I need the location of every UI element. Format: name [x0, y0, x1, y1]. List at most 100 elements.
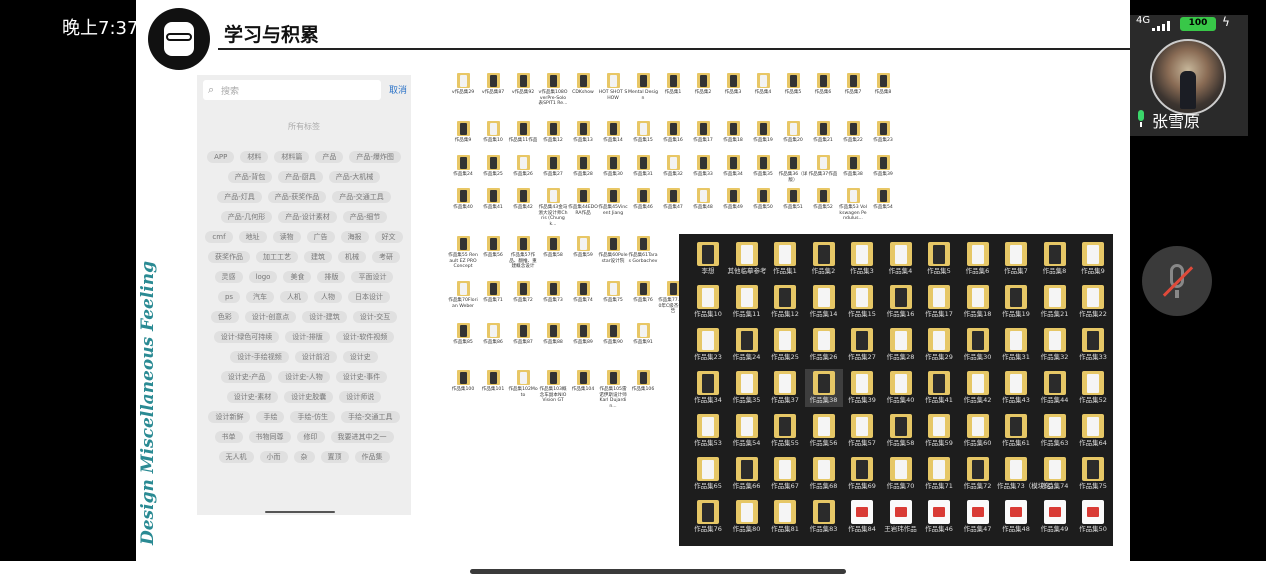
file-item[interactable]: 作品集61Taras Gorbachev [628, 236, 658, 276]
folder-item[interactable]: 作品集58 [882, 412, 920, 450]
file-item[interactable]: 作品集3 [718, 73, 748, 113]
tag-chip[interactable]: 我要进其中之一 [330, 431, 394, 443]
file-item[interactable]: 作品集103概念车副本NIO Vision GT [538, 370, 568, 410]
file-item[interactable]: 作品集105雷诺伊斯设计师Karl Dujardin... [598, 370, 628, 410]
folder-item[interactable]: 作品集49 [1036, 498, 1074, 536]
folder-item[interactable]: 作品集24 [728, 326, 766, 364]
file-item[interactable]: 作品集56 [478, 236, 508, 276]
tag-chip[interactable]: 美食 [283, 271, 312, 283]
file-item[interactable]: 作品集48 [688, 188, 718, 228]
file-item[interactable]: 作品集91 [628, 323, 658, 363]
tag-chip[interactable]: 设计-软件视频 [335, 331, 395, 343]
file-item[interactable]: Mental Design [628, 73, 658, 113]
tag-chip[interactable]: 好文 [374, 231, 403, 243]
folder-item[interactable]: 作品集18 [959, 283, 997, 321]
file-item[interactable]: CDKshow [568, 73, 598, 113]
tag-chip[interactable]: 考研 [372, 251, 400, 263]
file-item[interactable]: 作品集44EDORA作品 [568, 188, 598, 228]
folder-item[interactable]: 作品集12 [766, 283, 804, 321]
file-item[interactable]: 作品集76 [628, 281, 658, 321]
folder-item[interactable]: 作品集1 [766, 240, 804, 278]
participant-video-tile[interactable]: 4G 100 ϟ 张雪原 [1130, 15, 1248, 136]
folder-item[interactable]: 作品集40 [882, 369, 920, 407]
tag-chip[interactable]: 材料篇 [274, 151, 310, 163]
folder-item[interactable]: 作品集25 [766, 326, 804, 364]
tag-chip[interactable]: 无人机 [218, 451, 254, 463]
folder-item[interactable]: 作品集73（模块化） [997, 455, 1057, 493]
tag-chip[interactable]: 设计史-产品 [220, 371, 273, 383]
tag-chip[interactable]: 产品-获奖作品 [267, 191, 327, 203]
folder-item[interactable]: 作品集59 [920, 412, 958, 450]
tag-chip[interactable]: 作品集 [354, 451, 390, 463]
folder-item[interactable]: 作品集26 [805, 326, 843, 364]
file-item[interactable]: 作品集73 [538, 281, 568, 321]
folder-item[interactable]: 作品集10 [689, 283, 727, 321]
file-item[interactable]: 作品集50 [748, 188, 778, 228]
tag-chip[interactable]: 修印 [296, 431, 325, 443]
tag-chip[interactable]: cmf [205, 231, 233, 243]
file-item[interactable]: 作品集49 [718, 188, 748, 228]
folder-item[interactable]: 作品集68 [805, 455, 843, 493]
tag-chip[interactable]: 产品-爆炸图 [349, 151, 401, 163]
file-item[interactable]: 作品集41 [478, 188, 508, 228]
folder-item[interactable]: 作品集7 [997, 240, 1035, 278]
folder-item[interactable]: 作品集17 [920, 283, 958, 321]
file-item[interactable]: 作品集72 [508, 281, 538, 321]
folder-item[interactable]: 作品集69 [843, 455, 881, 493]
folder-item[interactable]: 作品集50 [1074, 498, 1112, 536]
folder-item[interactable]: 作品集57 [843, 412, 881, 450]
file-item[interactable]: 作品集106 [628, 370, 658, 410]
folder-item[interactable]: 作品集9 [1074, 240, 1112, 278]
folder-item[interactable]: 作品集2 [805, 240, 843, 278]
file-item[interactable]: 作品集8 [868, 73, 898, 113]
tag-chip[interactable]: 杂 [293, 451, 315, 463]
tag-chip[interactable]: 小而 [259, 451, 288, 463]
folder-item[interactable]: 作品集74 [1036, 455, 1074, 493]
tag-chip[interactable]: 产品-大机械 [328, 171, 381, 183]
cancel-button[interactable]: 取消 [389, 83, 407, 96]
folder-item[interactable]: 作品集44 [1036, 369, 1074, 407]
folder-item[interactable]: 作品集76 [689, 498, 727, 536]
folder-item[interactable]: 作品集23 [689, 326, 727, 364]
folder-item[interactable]: 作品集35 [728, 369, 766, 407]
tag-chip[interactable]: 设计-交互 [352, 311, 398, 323]
file-item[interactable]: 作品集6 [808, 73, 838, 113]
folder-item[interactable]: 作品集28 [882, 326, 920, 364]
folder-item[interactable]: 作品集54 [728, 412, 766, 450]
file-item[interactable]: 作品集52 [808, 188, 838, 228]
file-item[interactable]: 作品集70Florian Weber [448, 281, 478, 321]
tag-chip[interactable]: 灵感 [214, 271, 243, 283]
tag-chip[interactable]: 广告 [306, 231, 335, 243]
mute-button[interactable] [1142, 246, 1212, 316]
file-item[interactable]: 作品集74 [568, 281, 598, 321]
folder-item[interactable]: 作品集83 [805, 498, 843, 536]
folder-item[interactable]: 作品集70 [882, 455, 920, 493]
file-item[interactable]: 作品集40 [448, 188, 478, 228]
folder-item[interactable]: 作品集64 [1074, 412, 1112, 450]
tag-chip[interactable]: 产品-设计素材 [278, 211, 337, 223]
file-item[interactable]: 作品集89 [568, 323, 598, 363]
tag-chip[interactable]: 书物同尊 [248, 431, 291, 443]
file-item[interactable]: 作品集46 [628, 188, 658, 228]
folder-item[interactable]: 其他临摹参考 [728, 240, 767, 278]
file-item[interactable]: HOT SHOT SHOW [598, 73, 628, 113]
file-item[interactable]: 作品集104 [568, 370, 598, 410]
folder-item[interactable]: 作品集8 [1036, 240, 1074, 278]
folder-item[interactable]: 作品集65 [689, 455, 727, 493]
tag-chip[interactable]: 排版 [317, 271, 346, 283]
tag-chip[interactable]: 产品-背包 [227, 171, 273, 183]
tag-chip[interactable]: 设计-排版 [285, 331, 330, 343]
folder-item[interactable]: 作品集63 [1036, 412, 1074, 450]
tag-chip[interactable]: 设计史-素材 [226, 391, 279, 403]
folder-item[interactable]: 作品集5 [920, 240, 958, 278]
tag-chip[interactable]: 日本设计 [348, 291, 391, 303]
file-item[interactable]: 作品集43金马浙大设计师Chris (Chung k... [538, 188, 568, 228]
folder-item[interactable]: 作品集22 [1074, 283, 1112, 321]
tag-chip[interactable]: 地址 [238, 231, 267, 243]
tag-chip[interactable]: 产品-灯具 [217, 191, 262, 203]
folder-item[interactable]: 作品集37 [766, 369, 804, 407]
tag-chip[interactable]: 设计史 [342, 351, 378, 363]
folder-item[interactable]: 作品集47 [959, 498, 997, 536]
file-item[interactable]: v作品集108OverPre-Solo 表SPIT1 Re... [538, 73, 568, 113]
file-item[interactable]: 作品集102Moto [508, 370, 538, 410]
